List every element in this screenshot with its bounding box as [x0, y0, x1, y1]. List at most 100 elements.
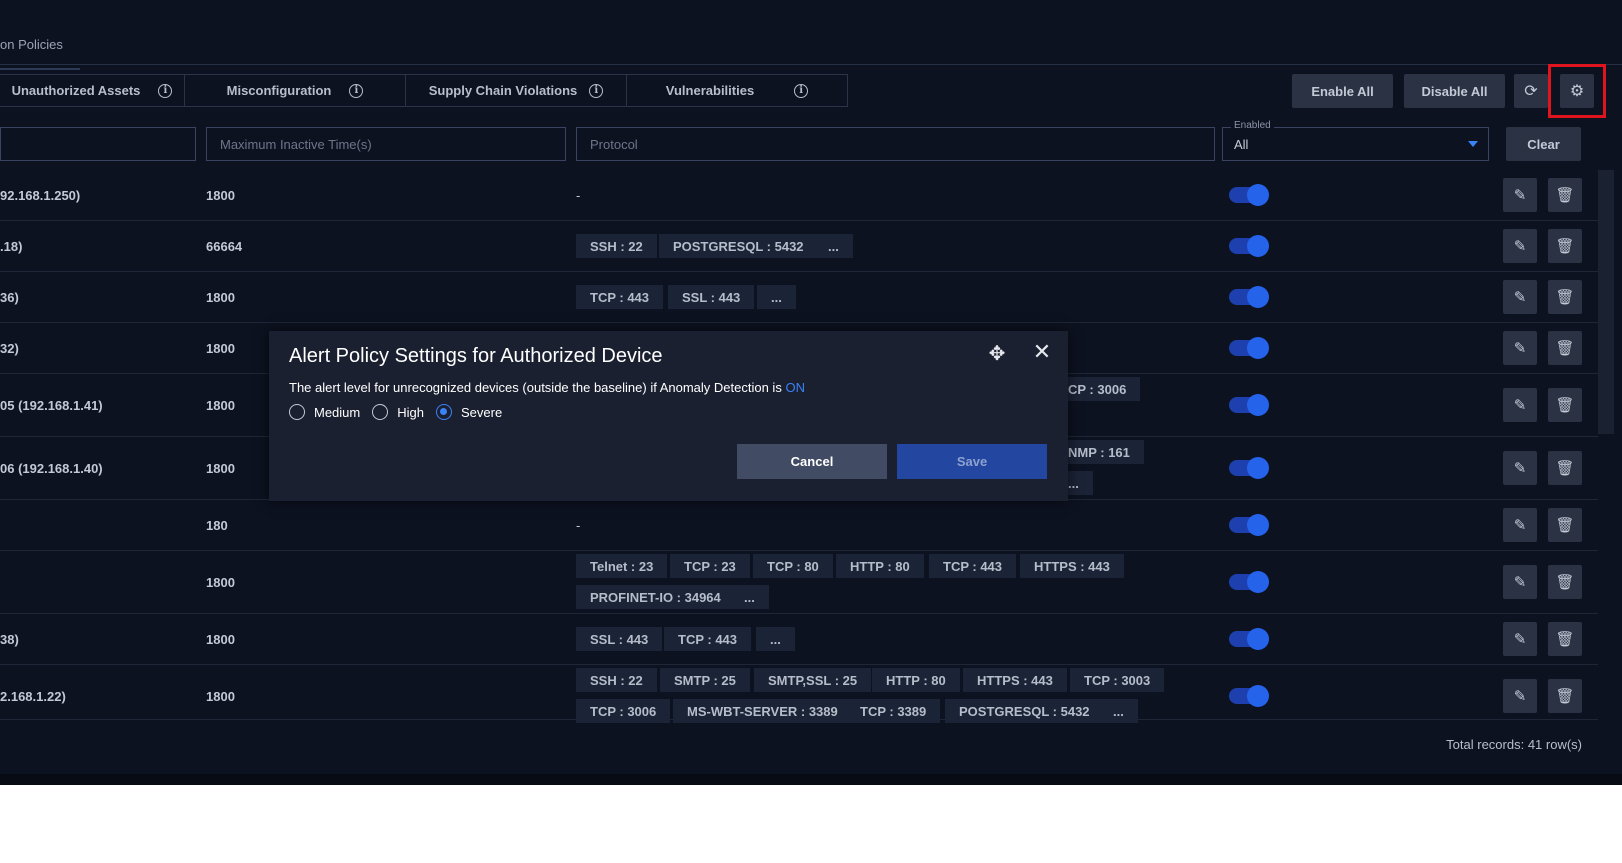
table-row: 1800 Telnet : 23 TCP : 23 TCP : 80 HTTP …: [0, 551, 1598, 614]
delete-button[interactable]: 🗑: [1548, 622, 1582, 656]
tab-label: Vulnerabilities: [665, 83, 755, 98]
name-filter-input[interactable]: [0, 127, 196, 161]
protocol-input[interactable]: Protocol: [576, 127, 1215, 161]
info-icon[interactable]: i: [349, 83, 364, 98]
edit-button[interactable]: ✎: [1503, 331, 1537, 365]
tab-label: Misconfiguration: [226, 83, 332, 98]
pencil-icon: ✎: [1513, 517, 1527, 534]
protocol-chip: HTTPS : 443: [963, 668, 1067, 692]
tab-policies[interactable]: on Policies: [0, 32, 80, 70]
edit-button[interactable]: ✎: [1503, 388, 1537, 422]
alert-level-options: Medium High Severe: [289, 404, 514, 420]
max-inactive-time-input[interactable]: Maximum Inactive Time(s): [206, 127, 566, 161]
protocol-chip: MS-WBT-SERVER : 3389: [673, 699, 852, 723]
delete-button[interactable]: 🗑: [1548, 280, 1582, 314]
inactive-time: 1800: [206, 461, 235, 476]
delete-button[interactable]: 🗑: [1548, 565, 1582, 599]
enabled-toggle[interactable]: [1229, 685, 1269, 707]
more-protocols-button[interactable]: ...: [1068, 471, 1093, 495]
protocol-chip: TCP : 23: [670, 554, 750, 578]
radio-high[interactable]: [372, 404, 389, 420]
trash-icon: 🗑: [1555, 574, 1575, 591]
more-protocols-button[interactable]: ...: [814, 234, 853, 258]
info-icon[interactable]: i: [158, 83, 173, 98]
radio-medium[interactable]: [289, 404, 305, 420]
protocol-chip: HTTPS : 443: [1020, 554, 1124, 578]
edit-button[interactable]: ✎: [1503, 229, 1537, 263]
move-icon[interactable]: ✥: [986, 343, 1008, 365]
disable-all-button[interactable]: Disable All: [1404, 74, 1505, 108]
protocol-chip: TCP : 3003: [1070, 668, 1165, 692]
pencil-icon: ✎: [1513, 289, 1527, 306]
cancel-button[interactable]: Cancel: [737, 444, 887, 479]
delete-button[interactable]: 🗑: [1548, 331, 1582, 365]
edit-button[interactable]: ✎: [1503, 178, 1537, 212]
save-button[interactable]: Save: [897, 444, 1047, 479]
trash-icon: 🗑: [1555, 187, 1575, 204]
dialog-title: Alert Policy Settings for Authorized Dev…: [289, 345, 663, 367]
more-protocols-button[interactable]: ...: [756, 627, 795, 651]
more-protocols-button[interactable]: ...: [730, 585, 769, 609]
device-name: 36): [0, 290, 19, 305]
enabled-toggle[interactable]: [1229, 184, 1269, 206]
trash-icon: 🗑: [1555, 397, 1575, 414]
enabled-toggle[interactable]: [1229, 628, 1269, 650]
protocol-chip: SSL : 443: [576, 627, 663, 651]
enabled-toggle[interactable]: [1229, 457, 1269, 479]
inactive-time: 1800: [206, 188, 235, 203]
enabled-select[interactable]: Enabled All: [1222, 120, 1489, 161]
enable-all-button[interactable]: Enable All: [1292, 74, 1393, 108]
pencil-icon: ✎: [1513, 187, 1527, 204]
enabled-toggle[interactable]: [1229, 286, 1269, 308]
tab-vulnerabilities[interactable]: Vulnerabilities i: [627, 74, 848, 107]
enabled-toggle[interactable]: [1229, 394, 1269, 416]
delete-button[interactable]: 🗑: [1548, 451, 1582, 485]
trash-icon: 🗑: [1555, 238, 1575, 255]
inactive-time: 1800: [206, 632, 235, 647]
table-row: 36) 1800 TCP : 443 SSL : 443 ... ✎ 🗑: [0, 272, 1598, 323]
protocol-chip: HTTP : 80: [836, 554, 924, 578]
edit-button[interactable]: ✎: [1503, 622, 1537, 656]
table-scrollbar[interactable]: [1598, 170, 1614, 434]
delete-button[interactable]: 🗑: [1548, 679, 1582, 713]
total-records: Total records: 41 row(s): [1446, 737, 1582, 752]
radio-severe[interactable]: [436, 404, 452, 420]
edit-button[interactable]: ✎: [1503, 508, 1537, 542]
radio-severe-label: Severe: [461, 404, 503, 420]
delete-button[interactable]: 🗑: [1548, 388, 1582, 422]
enabled-toggle[interactable]: [1229, 514, 1269, 536]
more-protocols-button[interactable]: ...: [757, 285, 796, 309]
clear-button[interactable]: Clear: [1506, 127, 1581, 161]
edit-button[interactable]: ✎: [1503, 679, 1537, 713]
tab-unauthorized-assets[interactable]: Unauthorized Assets i: [0, 74, 185, 107]
enabled-toggle[interactable]: [1229, 571, 1269, 593]
enabled-label: Enabled: [1231, 120, 1274, 131]
protocol-chip: SMTP : 25: [660, 668, 750, 692]
table-row: 2.168.1.22) 1800 SSH : 22 SMTP : 25 SMTP…: [0, 665, 1598, 723]
description-text: The alert level for unrecognized devices…: [289, 380, 782, 395]
table-row: 180 - ✎ 🗑: [0, 500, 1598, 551]
delete-button[interactable]: 🗑: [1548, 178, 1582, 212]
close-icon[interactable]: ✕: [1031, 341, 1053, 363]
radio-medium-label: Medium: [314, 404, 361, 420]
inactive-time: 66664: [206, 239, 243, 254]
tab-supply-chain-violations[interactable]: Supply Chain Violations i: [406, 74, 627, 107]
protocol-chip: Telnet : 23: [576, 554, 668, 578]
info-icon[interactable]: i: [794, 83, 809, 98]
delete-button[interactable]: 🗑: [1548, 229, 1582, 263]
enabled-toggle[interactable]: [1229, 337, 1269, 359]
more-protocols-button[interactable]: ...: [1099, 699, 1138, 723]
trash-icon: 🗑: [1555, 631, 1575, 648]
edit-button[interactable]: ✎: [1503, 280, 1537, 314]
refresh-button[interactable]: ⟳: [1514, 74, 1548, 108]
protocol-chip: SSL : 443: [668, 285, 755, 309]
edit-button[interactable]: ✎: [1503, 565, 1537, 599]
trash-icon: 🗑: [1555, 460, 1575, 477]
enabled-toggle[interactable]: [1229, 235, 1269, 257]
edit-button[interactable]: ✎: [1503, 451, 1537, 485]
delete-button[interactable]: 🗑: [1548, 508, 1582, 542]
device-name: 92.168.1.250): [0, 188, 81, 203]
info-icon[interactable]: i: [589, 83, 604, 98]
tab-misconfiguration[interactable]: Misconfiguration i: [185, 74, 406, 107]
table-row: 38) 1800 SSL : 443 TCP : 443 ... ✎ 🗑: [0, 614, 1598, 665]
